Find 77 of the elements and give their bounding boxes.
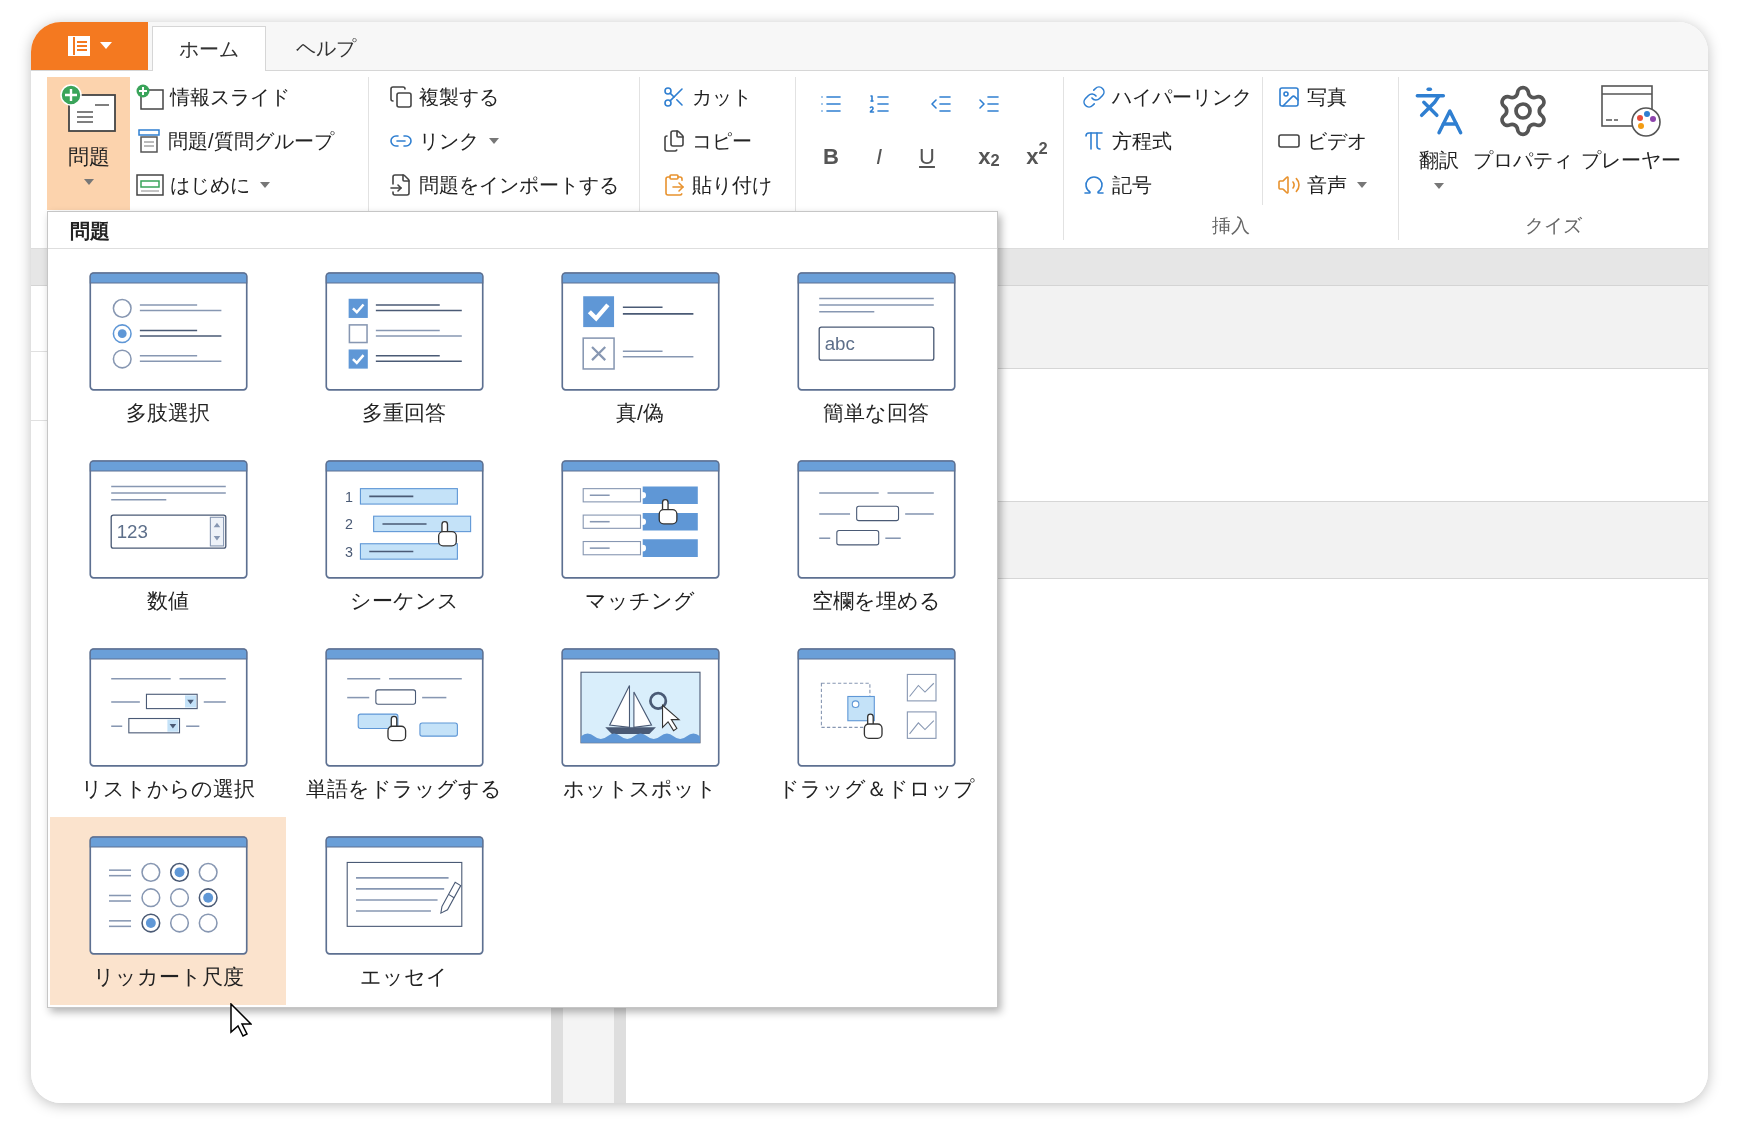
question-type-item[interactable]: 1 2 3 シーケンス — [286, 441, 522, 629]
intro-slide-icon — [136, 173, 164, 197]
question-slide-icon — [58, 83, 119, 135]
caret-icon — [99, 42, 112, 49]
question-type-item[interactable]: 真/偽 — [522, 253, 758, 441]
paste-icon — [662, 173, 686, 197]
numbered-list-icon — [867, 92, 891, 116]
matching-bars-icon — [560, 460, 720, 579]
question-type-item[interactable]: abc 簡単な回答 — [758, 253, 994, 441]
ribbon-button[interactable]: 情報スライド — [134, 77, 336, 117]
blanks-icon — [796, 460, 956, 579]
text-format-button[interactable]: x$^{2}$ — [1020, 139, 1054, 173]
true-false-icon — [560, 272, 720, 391]
player-window-icon — [1600, 84, 1662, 138]
ribbon-button[interactable]: 貼り付け — [660, 165, 795, 205]
question-type-item[interactable]: 123 数値 — [50, 441, 286, 629]
ribbon-button[interactable]: リンク — [387, 121, 639, 161]
number-field-icon: 123 — [88, 460, 248, 579]
ribbon-tab[interactable]: ヘルプ — [270, 25, 382, 70]
translate-icon — [1413, 85, 1465, 137]
ribbon-button[interactable]: 方程式 — [1080, 121, 1262, 161]
radio-buttons-icon — [88, 272, 248, 391]
question-type-item[interactable]: マッチング — [522, 441, 758, 629]
text-field-icon: abc — [796, 272, 956, 391]
checkboxes-icon — [324, 272, 484, 391]
speaker-icon — [1277, 173, 1301, 197]
ribbon-button[interactable]: はじめに — [134, 165, 336, 205]
question-type-item[interactable]: リッカート尺度 — [50, 817, 286, 1005]
menu-icon — [67, 35, 90, 56]
ribbon-button[interactable]: 複製する — [387, 77, 639, 117]
question-type-item[interactable]: ホットスポット — [522, 629, 758, 817]
ribbon-button[interactable]: コピー — [660, 121, 795, 161]
rating-scale-icon — [88, 836, 248, 955]
ribbon-button[interactable]: 問題をインポートする — [387, 165, 639, 205]
sailboat-icon — [560, 648, 720, 767]
question-type-item[interactable]: 空欄を埋める — [758, 441, 994, 629]
drag-words-icon — [324, 648, 484, 767]
question-type-item[interactable]: 単語をドラッグする — [286, 629, 522, 817]
pi-icon — [1082, 129, 1106, 153]
ribbon-button[interactable]: プロパティ — [1471, 77, 1575, 189]
question-type-item[interactable]: 多肢選択 — [50, 253, 286, 441]
group-label: クイズ — [1525, 213, 1582, 238]
menu-title: 問題 — [70, 219, 110, 244]
dropdowns-icon — [88, 648, 248, 767]
group-label: 挿入 — [1212, 213, 1250, 238]
ribbon-button[interactable]: カット — [660, 77, 795, 117]
hyperlink-icon — [1082, 85, 1106, 109]
question-type-item[interactable]: リストからの選択 — [50, 629, 286, 817]
drag-images-icon — [796, 648, 956, 767]
ribbon-tab[interactable]: ホーム — [152, 26, 266, 71]
file-menu-button[interactable] — [31, 22, 148, 70]
text-format-button[interactable]: U — [910, 139, 944, 173]
ribbon-button[interactable]: 問題/質問グループ — [134, 121, 336, 161]
import-file-icon — [389, 173, 413, 197]
slide-add-icon — [136, 84, 164, 110]
text-format-button[interactable]: x$_{2}$ — [972, 139, 1006, 173]
photo-icon — [1277, 85, 1301, 109]
ordered-bars-icon: 1 2 3 — [324, 460, 484, 579]
question-type-item[interactable]: エッセイ — [286, 817, 522, 1005]
ribbon-button[interactable]: 翻訳 — [1411, 77, 1467, 189]
ribbon-button[interactable]: プレーヤー — [1579, 77, 1683, 189]
copy-icon — [662, 129, 686, 153]
ribbon-button[interactable]: ビデオ — [1275, 121, 1369, 161]
question-type-item[interactable]: 多重回答 — [286, 253, 522, 441]
omega-icon — [1082, 173, 1106, 197]
slide-group-icon — [136, 128, 162, 154]
essay-icon — [324, 836, 484, 955]
text-format-button[interactable]: I — [862, 139, 896, 173]
question-button[interactable]: 問題 — [47, 77, 130, 210]
text-format-button[interactable]: B — [814, 139, 848, 173]
duplicate-icon — [389, 85, 413, 109]
ribbon-button[interactable]: 記号 — [1080, 165, 1262, 205]
ribbon-button[interactable]: 写真 — [1275, 77, 1369, 117]
ribbon-button[interactable]: 音声 — [1275, 165, 1369, 205]
question-type-item[interactable]: ドラッグ＆ドロップ — [758, 629, 994, 817]
cut-icon — [662, 85, 686, 109]
ribbon-button[interactable]: ハイパーリンク — [1080, 77, 1262, 117]
